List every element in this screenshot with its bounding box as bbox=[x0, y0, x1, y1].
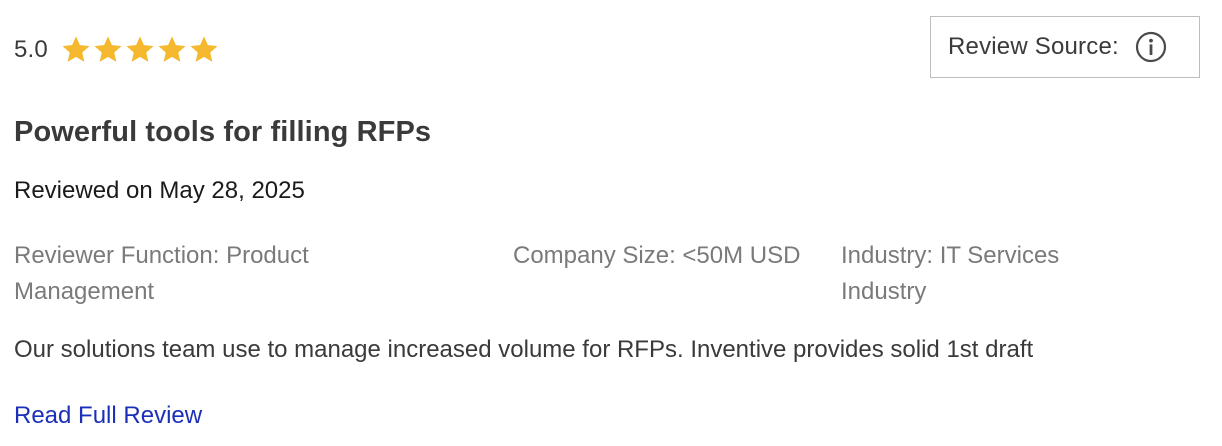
company-size: Company Size: <50M USD bbox=[513, 242, 801, 269]
star-icon bbox=[158, 36, 186, 62]
star-icon bbox=[126, 36, 154, 62]
star-icon bbox=[94, 36, 122, 62]
info-icon[interactable] bbox=[1135, 31, 1167, 63]
star-rating bbox=[60, 34, 220, 66]
star-icon bbox=[62, 36, 90, 62]
review-source-box: Review Source: bbox=[930, 16, 1200, 78]
industry: Industry: IT Services Industry bbox=[841, 242, 1060, 305]
review-source-label: Review Source: bbox=[948, 33, 1119, 60]
review-summary: Our solutions team use to manage increas… bbox=[14, 336, 1034, 363]
review-date: Reviewed on May 28, 2025 bbox=[14, 177, 305, 204]
read-full-review-link[interactable]: Read Full Review bbox=[14, 402, 202, 430]
rating-row: 5.0 bbox=[14, 30, 220, 70]
rating-value: 5.0 bbox=[14, 36, 48, 63]
star-icon bbox=[190, 36, 218, 62]
reviewer-function: Reviewer Function: Product Management bbox=[14, 242, 309, 305]
review-title: Powerful tools for filling RFPs bbox=[14, 116, 432, 148]
review-card: 5.0 Review Source: Powerful tools for fi… bbox=[0, 0, 1222, 446]
